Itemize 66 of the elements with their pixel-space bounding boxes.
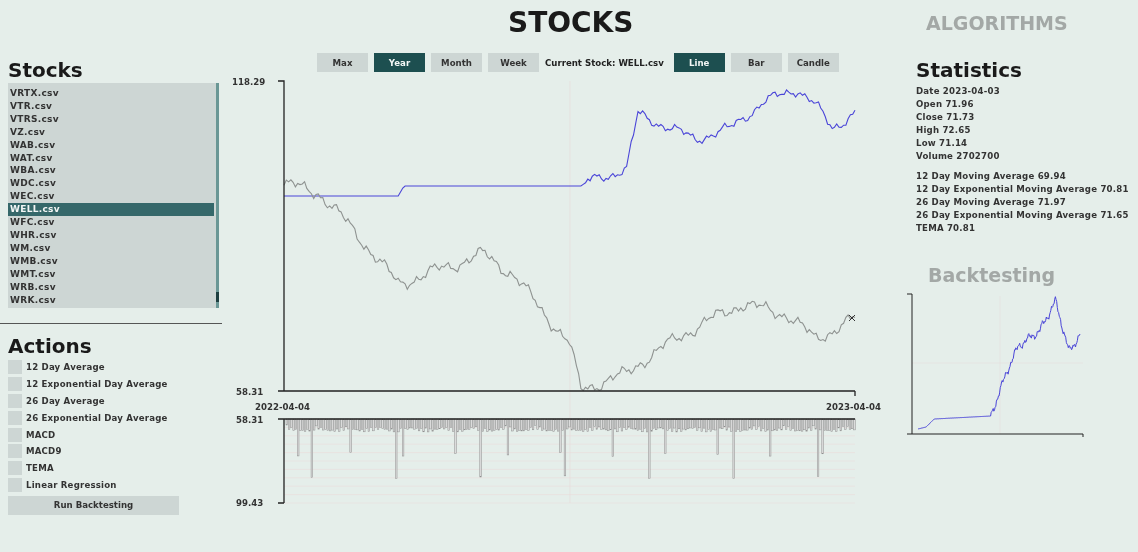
current-stock-label: Current Stock: WELL.csv	[545, 57, 664, 68]
stock-list-item[interactable]: WAB.csv	[8, 138, 214, 152]
statistic-text: Low 71.14	[916, 136, 969, 150]
stock-list-item[interactable]: WEC.csv	[8, 190, 214, 204]
scrollbar[interactable]	[216, 83, 219, 308]
axis-label: 58.31	[236, 387, 264, 397]
stock-list-item[interactable]: VTRS.csv	[8, 112, 214, 126]
range-button[interactable]: Month	[431, 53, 482, 72]
stock-list-item[interactable]: WBA.csv	[8, 164, 214, 178]
stock-list-item[interactable]: VTR.csv	[8, 99, 214, 113]
checkbox-label: 12 Day Average	[26, 362, 105, 373]
stock-list-item[interactable]: WAT.csv	[8, 151, 214, 165]
checkbox[interactable]	[8, 377, 22, 392]
stock-list-item[interactable]: WFC.csv	[8, 216, 214, 229]
stock-list-item[interactable]: WHR.csv	[8, 228, 214, 242]
stocks-heading: Stocks	[8, 57, 84, 83]
checkbox-label: 26 Exponential Day Average	[26, 412, 168, 423]
axis-label: 99.43	[236, 498, 264, 508]
checkbox[interactable]	[8, 444, 22, 459]
statistic-text: High 72.65	[916, 123, 972, 137]
checkbox-label: 26 Day Average	[26, 396, 105, 406]
stock-list-item[interactable]: WMT.csv	[8, 267, 214, 281]
stock-list-item[interactable]: VRTX.csv	[8, 87, 214, 100]
stock-list-item[interactable]: VZ.csv	[8, 125, 214, 139]
checkbox[interactable]	[8, 427, 22, 442]
checkbox-label: 12 Exponential Day Average	[26, 379, 168, 390]
stock-list-item[interactable]: WRB.csv	[8, 280, 214, 294]
checkbox[interactable]	[8, 477, 22, 492]
chart-type-button[interactable]: Line	[673, 53, 725, 72]
chart-type-button[interactable]: Candle	[787, 53, 839, 72]
checkbox-label: Linear Regression	[26, 479, 117, 490]
stock-list-item[interactable]: WELL.csv	[8, 203, 214, 217]
backtesting-heading: Backtesting	[928, 262, 1057, 287]
checkbox[interactable]	[8, 461, 22, 476]
page-title: STOCKS	[508, 6, 634, 39]
statistic-text: 12 Day Moving Average 69.94	[916, 170, 1067, 184]
statistic-text: Date 2023-04-03	[916, 85, 1001, 98]
checkbox-label: MACD	[26, 429, 56, 440]
cross-marker-icon	[848, 314, 856, 322]
axis-label: 2022-04-04	[255, 402, 310, 412]
axis-label: 58.31	[236, 415, 264, 425]
checkbox-label: TEMA	[26, 463, 54, 474]
range-button[interactable]: Max	[317, 53, 368, 72]
checkbox[interactable]	[8, 394, 22, 408]
statistic-text: Close 71.73	[916, 110, 976, 124]
axis-label: 2023-04-04	[826, 402, 881, 412]
checkbox-label: MACD9	[26, 446, 62, 457]
range-button[interactable]: Year	[374, 53, 425, 72]
axis-label: 118.29	[232, 77, 266, 87]
statistic-text: Volume 2702700	[916, 149, 1001, 163]
stock-list-item[interactable]: WMB.csv	[8, 254, 214, 268]
statistic-text: 26 Day Exponential Moving Average 71.65	[916, 209, 1130, 223]
stock-list-item[interactable]: WDC.csv	[8, 177, 214, 191]
run-backtesting-button[interactable]: Run Backtesting	[8, 495, 179, 515]
stock-list-item[interactable]: WRK.csv	[8, 293, 214, 307]
statistic-text: 26 Day Moving Average 71.97	[916, 196, 1067, 210]
stock-list-item[interactable]: WM.csv	[8, 241, 214, 255]
statistic-text: TEMA 70.81	[916, 222, 977, 235]
statistic-text: Open 71.96	[916, 97, 975, 111]
range-button[interactable]: Week	[488, 53, 539, 72]
checkbox[interactable]	[8, 360, 22, 375]
chart-type-button[interactable]: Bar	[730, 53, 782, 72]
statistics-heading: Statistics	[916, 57, 1023, 83]
statistic-text: 12 Day Exponential Moving Average 70.81	[916, 183, 1130, 197]
checkbox[interactable]	[8, 410, 22, 425]
actions-heading: Actions	[8, 333, 93, 359]
